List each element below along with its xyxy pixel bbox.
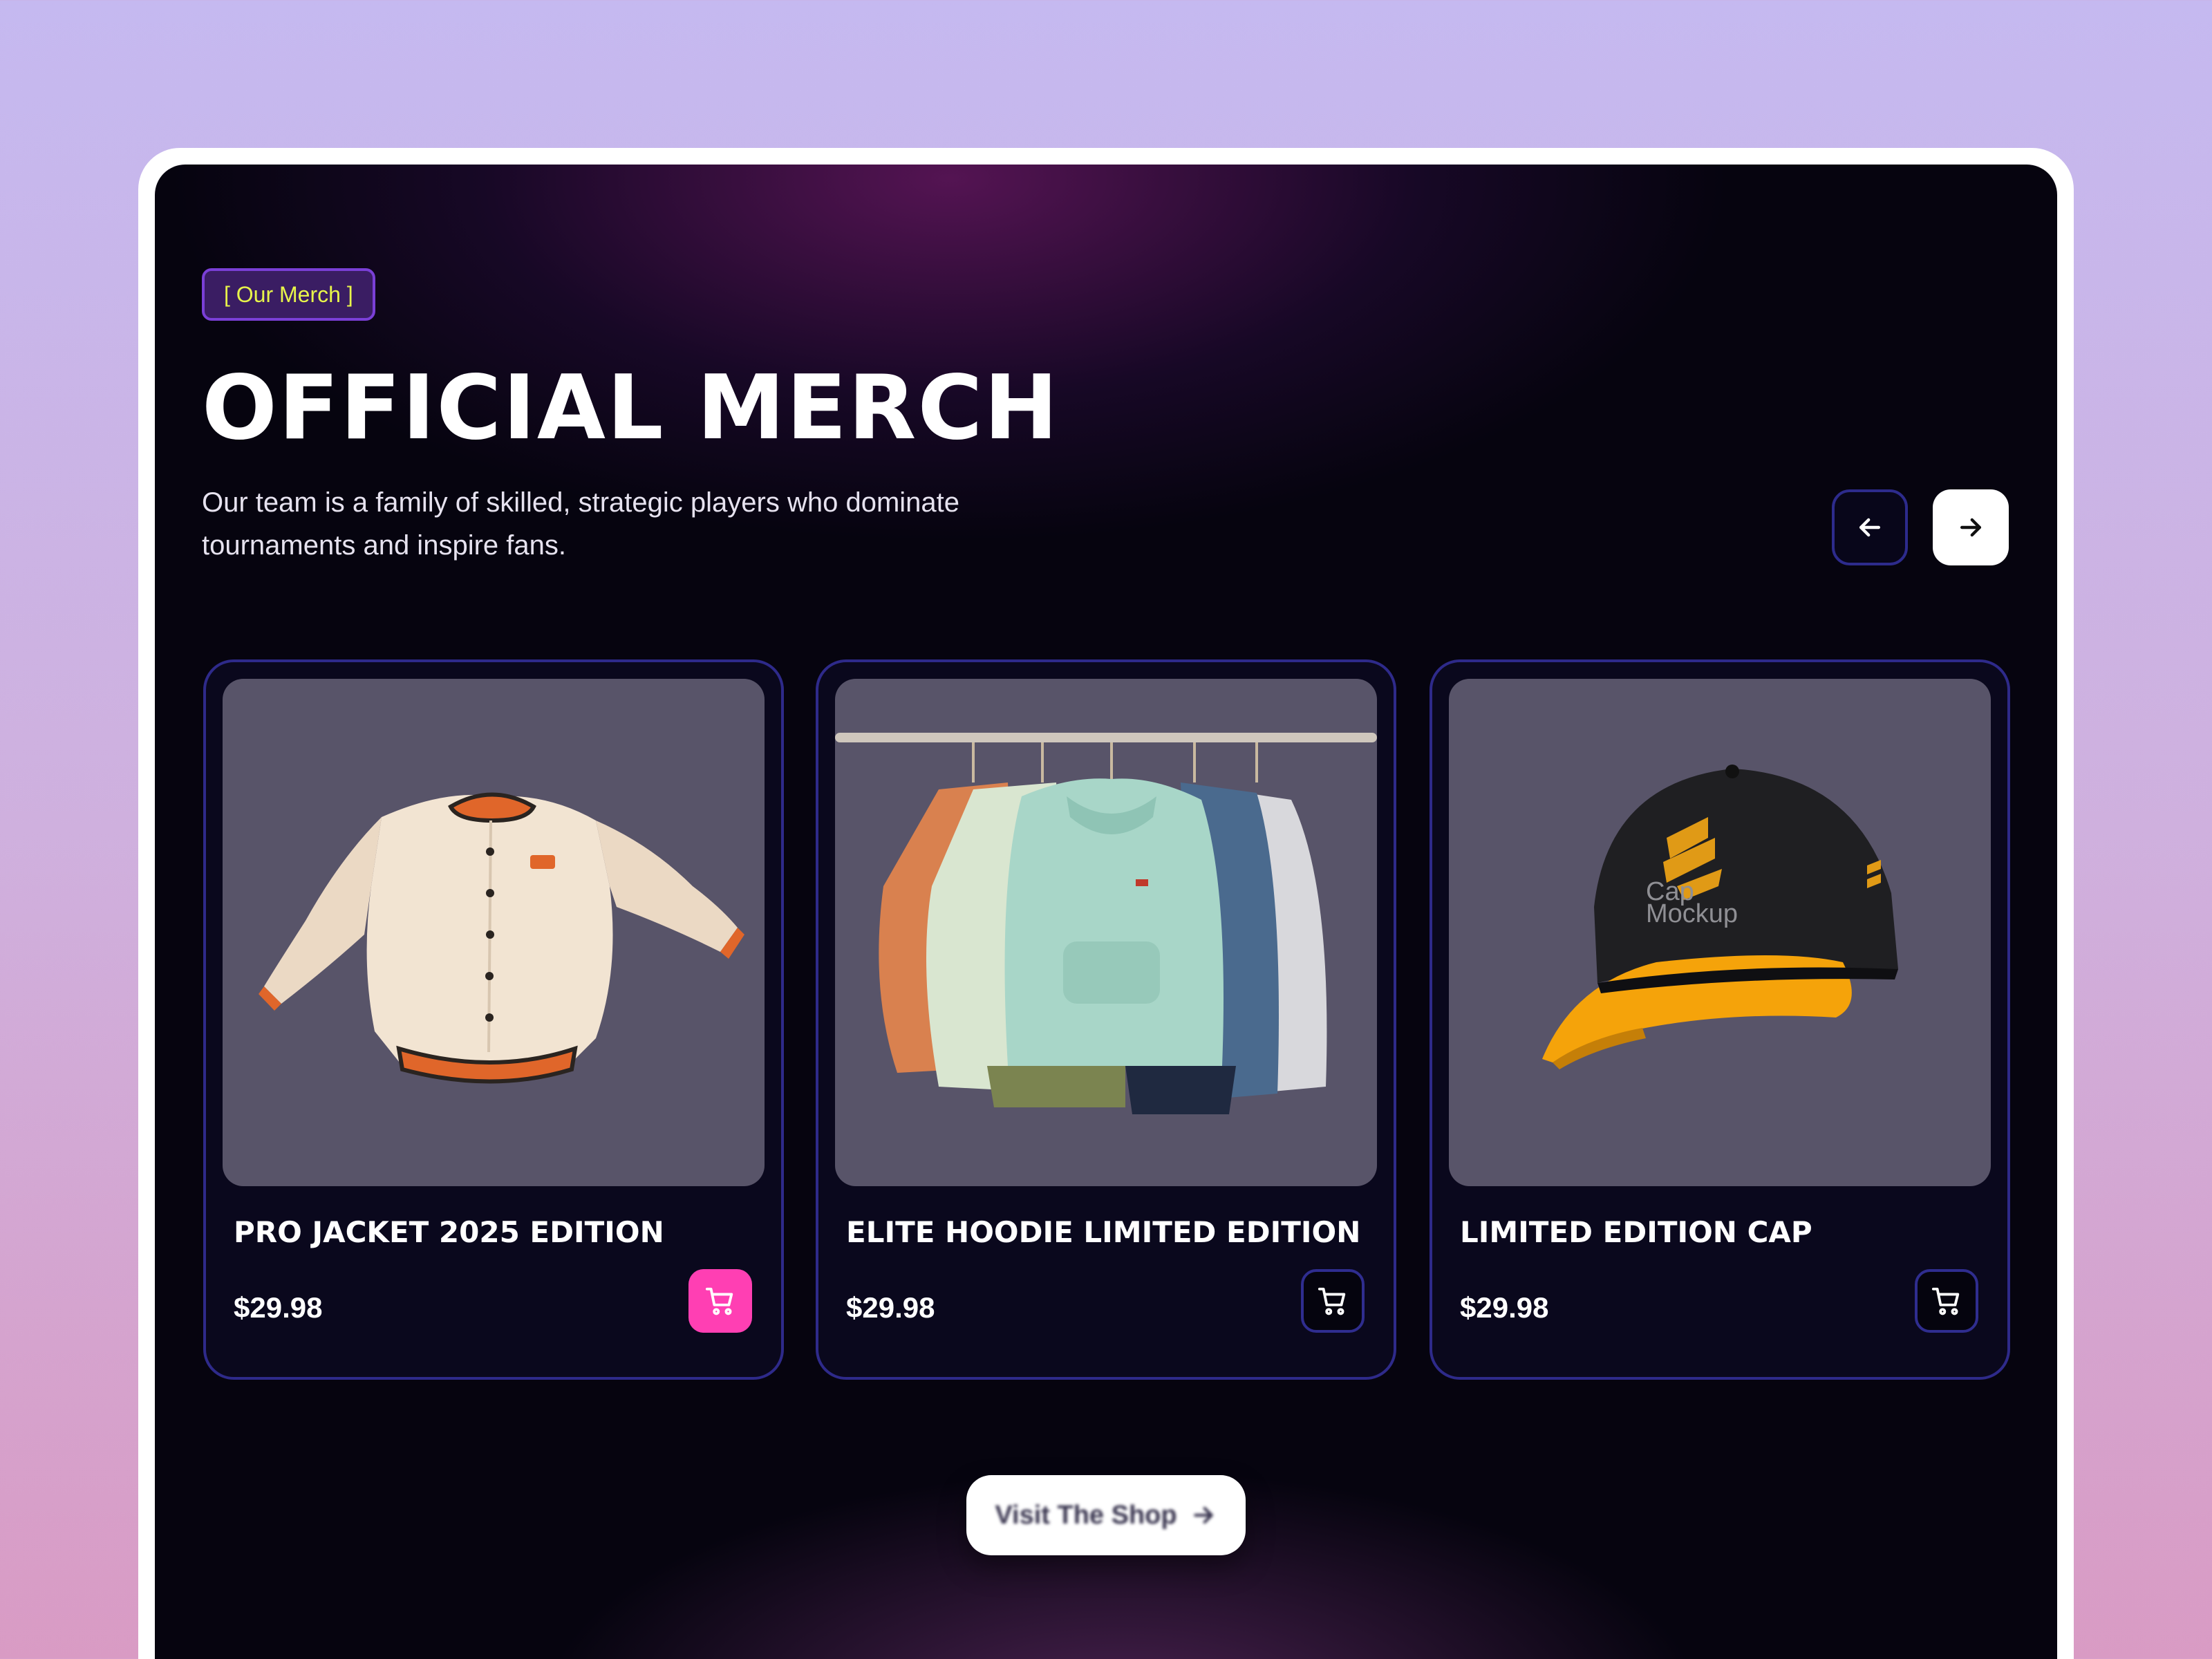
page-title: OFFICIAL MERCH <box>202 357 1060 460</box>
add-to-cart-button[interactable] <box>688 1269 752 1333</box>
visit-shop-button[interactable]: Visit The Shop <box>966 1475 1246 1555</box>
product-image-hoodie[interactable] <box>835 679 1377 1186</box>
carousel-next-button[interactable] <box>1933 489 2009 565</box>
product-image-cap[interactable]: Cap Mockup <box>1449 679 1991 1186</box>
product-name[interactable]: PRO JACKET 2025 EDITION <box>234 1215 664 1249</box>
arrow-right-icon <box>1960 518 1982 537</box>
add-to-cart-button[interactable] <box>1301 1269 1365 1333</box>
cart-icon <box>1318 1287 1346 1315</box>
add-to-cart-button[interactable] <box>1915 1269 1978 1333</box>
product-price: $29.98 <box>1460 1291 1549 1324</box>
visit-shop-label: Visit The Shop <box>995 1500 1177 1530</box>
carousel-prev-button[interactable] <box>1832 489 1908 565</box>
product-name[interactable]: ELITE HOODIE LIMITED EDITION <box>846 1215 1360 1249</box>
product-card-jacket[interactable]: PRO JACKET 2025 EDITION $29.98 <box>203 659 784 1380</box>
merch-section: [ Our Merch ] OFFICIAL MERCH Our team is… <box>155 165 2057 1659</box>
product-card-hoodie[interactable]: ELITE HOODIE LIMITED EDITION $29.98 <box>816 659 1396 1380</box>
product-name[interactable]: LIMITED EDITION CAP <box>1460 1215 1812 1249</box>
product-image-jacket[interactable] <box>223 679 765 1186</box>
cap-mockup-text-2: Mockup <box>1646 899 1738 928</box>
arrow-left-icon <box>1859 518 1881 537</box>
arrow-right-icon <box>1190 1501 1217 1529</box>
section-description: Our team is a family of skilled, strateg… <box>202 487 959 561</box>
cart-icon <box>1931 1287 1960 1315</box>
section-tag: [ Our Merch ] <box>202 268 375 321</box>
cap-mockup-image: Cap Mockup <box>1542 765 1898 1069</box>
varsity-jacket-image <box>259 792 744 1084</box>
cart-icon <box>705 1287 733 1315</box>
product-price: $29.98 <box>846 1291 935 1324</box>
product-card-cap[interactable]: Cap Mockup LIMITED EDITION CAP $29.98 <box>1430 659 2010 1380</box>
hoodies-rack-image <box>835 733 1377 1114</box>
product-price: $29.98 <box>234 1291 323 1324</box>
